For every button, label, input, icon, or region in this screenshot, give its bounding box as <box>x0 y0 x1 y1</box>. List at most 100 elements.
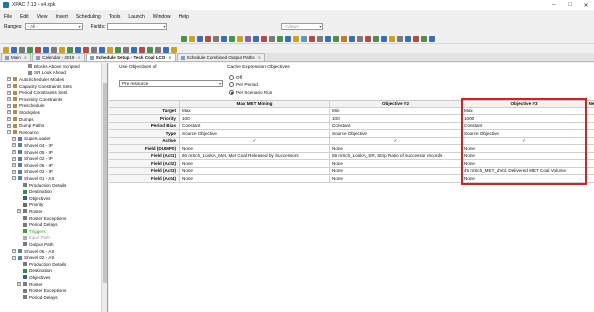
checkbox-cell[interactable]: ✓ <box>330 137 462 145</box>
tree-item[interactable]: Destination <box>17 268 52 275</box>
grid-cell[interactable]: Max <box>462 107 587 115</box>
toolbar-tool-icon[interactable] <box>189 35 195 42</box>
tree-item[interactable]: + Shovel 05 - IP <box>12 149 53 156</box>
toolbar-tool-icon[interactable] <box>381 35 387 42</box>
grid-cell[interactable]: None <box>462 145 587 153</box>
grid-cell[interactable] <box>587 138 594 145</box>
menu-item-launch[interactable]: Launch <box>128 14 144 20</box>
tree-item[interactable]: Production Details <box>17 261 66 268</box>
toolbar-tool-icon[interactable] <box>171 46 177 53</box>
toolbar-tool-icon[interactable] <box>365 35 371 42</box>
expand-icon[interactable]: + <box>12 156 16 161</box>
grid-cell[interactable]: Source Objective <box>180 130 330 138</box>
toolbar-tool-icon[interactable] <box>261 35 267 42</box>
toolbar-tool-icon[interactable] <box>67 46 73 53</box>
toolbar-tool-icon[interactable] <box>333 35 339 42</box>
cache-radio-off[interactable]: Off <box>229 74 242 80</box>
toolbar-tool-icon[interactable] <box>405 35 411 42</box>
close-icon[interactable]: ✕ <box>258 55 261 60</box>
grid-cell[interactable]: None <box>180 167 330 175</box>
toolbar-tool-icon[interactable] <box>269 35 275 42</box>
view-select[interactable]: <View> ▾ <box>281 23 324 30</box>
grid-cell[interactable]: 100 <box>180 115 330 123</box>
grid-cell[interactable]: 59 mSch_LookA_SR, Strip Ratio of success… <box>330 152 462 160</box>
tree-item[interactable]: + Capacity Constraints Sets <box>7 83 72 90</box>
menu-item-insert[interactable]: Insert <box>55 14 68 20</box>
toolbar-tool-icon[interactable] <box>357 35 363 42</box>
tree-item[interactable]: + Dumps <box>7 116 34 123</box>
tab-calendar-2019[interactable]: Calendar - 2019 ✕ <box>32 53 85 61</box>
toolbar-tool-icon[interactable] <box>155 46 161 53</box>
toolbar-tool-icon[interactable] <box>163 46 169 53</box>
grid-cell[interactable] <box>587 145 594 153</box>
fields-select[interactable]: ▾ <box>107 23 168 30</box>
expand-icon[interactable]: + <box>12 169 16 174</box>
tree-item[interactable]: Input Path <box>17 235 50 242</box>
toolbar-tool-icon[interactable] <box>349 35 355 42</box>
expand-icon[interactable]: + <box>12 163 16 168</box>
grid-cell[interactable]: 45 mSch_MET_dVol, Delivered MET Coal Vol… <box>462 167 587 175</box>
tree-item[interactable]: + Proximity Constraints <box>7 96 62 103</box>
expand-icon[interactable]: + <box>7 77 11 82</box>
menu-item-help[interactable]: Help <box>179 14 189 20</box>
grid-cell[interactable]: None <box>462 160 587 168</box>
grid-cell[interactable]: None <box>330 145 462 153</box>
expand-icon[interactable]: + <box>7 110 11 115</box>
checkbox-cell[interactable]: ✓ <box>462 137 587 145</box>
tree-item[interactable]: + Preschedule <box>7 103 45 110</box>
toolbar-tool-icon[interactable] <box>421 35 427 42</box>
toolbar-tool-icon[interactable] <box>413 35 419 42</box>
radio-button[interactable] <box>229 89 234 95</box>
menu-item-edit[interactable]: Edit <box>20 14 29 20</box>
toolbar-tool-icon[interactable] <box>139 46 145 53</box>
tree-item[interactable]: Roster Exceptions <box>17 215 66 222</box>
close-icon[interactable]: ✕ <box>77 55 80 60</box>
tree-item[interactable]: Priority <box>17 202 43 209</box>
maximize-button[interactable]: □ <box>562 0 578 10</box>
grid-cell[interactable] <box>587 130 594 138</box>
toolbar-tool-icon[interactable] <box>131 46 137 53</box>
radio-button[interactable] <box>229 82 234 87</box>
grid-cell[interactable]: 100 <box>330 115 462 123</box>
tab-schedule-combined-output-paths[interactable]: Schedule Combined Output Paths ✕ <box>176 53 265 61</box>
tree-item[interactable]: + Shovel 04 - IP <box>12 142 53 149</box>
expand-icon[interactable]: + <box>12 143 16 148</box>
grid-cell[interactable]: None <box>462 175 587 183</box>
toolbar-tool-icon[interactable] <box>59 46 65 53</box>
tree-item[interactable]: + Shovel 06 - IP <box>12 162 53 169</box>
tree-item[interactable]: Period Delays <box>17 221 58 228</box>
toolbar-tool-icon[interactable] <box>245 35 251 42</box>
toolbar-tool-icon[interactable] <box>107 46 113 53</box>
toolbar-tool-icon[interactable] <box>35 46 41 53</box>
grid-cell[interactable]: None <box>180 175 330 183</box>
column-header[interactable]: Ne <box>587 100 594 108</box>
tree-item[interactable]: + Roster <box>17 208 43 215</box>
grid-cell[interactable]: Constant <box>180 122 330 130</box>
toolbar-tool-icon[interactable] <box>91 46 97 53</box>
close-icon[interactable]: ✕ <box>168 55 171 60</box>
toolbar-tool-icon[interactable] <box>325 35 331 42</box>
tree-scrollbar[interactable] <box>101 63 107 312</box>
toolbar-tool-icon[interactable] <box>429 35 435 42</box>
toolbar-tool-icon[interactable] <box>27 46 33 53</box>
collapse-icon[interactable]: − <box>12 176 16 181</box>
toolbar-tool-icon[interactable] <box>397 35 403 42</box>
toolbar-tool-icon[interactable] <box>277 35 283 42</box>
expand-icon[interactable]: + <box>7 123 11 128</box>
expand-icon[interactable]: + <box>7 84 11 89</box>
toolbar-tool-icon[interactable] <box>83 46 89 53</box>
grid-cell[interactable] <box>587 115 594 123</box>
grid-cell[interactable]: 1000 <box>462 115 587 123</box>
grid-cell[interactable]: 60 mSch_LookA_Met, Met Coal Released by … <box>180 152 330 160</box>
expand-icon[interactable]: + <box>7 117 11 122</box>
toolbar-tool-icon[interactable] <box>115 46 121 53</box>
grid-cell[interactable] <box>587 175 594 183</box>
grid-cell[interactable]: None <box>330 160 462 168</box>
close-button[interactable]: ✕ <box>578 0 594 10</box>
tree-item[interactable]: Period Delays <box>17 294 58 301</box>
expand-icon[interactable]: + <box>12 136 16 141</box>
grid-cell[interactable]: Source Objective <box>462 130 587 138</box>
column-header[interactable]: Max MET Mining <box>180 100 330 108</box>
column-header[interactable]: Objective #3 <box>462 100 587 108</box>
toolbar-tool-icon[interactable] <box>229 35 235 42</box>
